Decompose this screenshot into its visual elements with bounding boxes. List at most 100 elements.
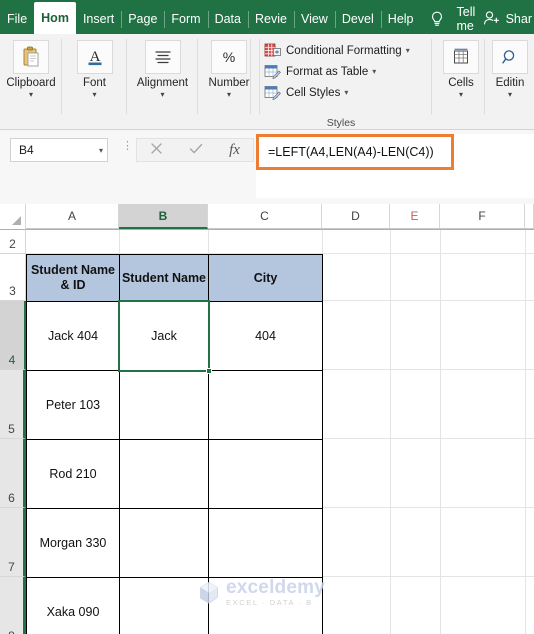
row-header-3-label: 3 — [9, 284, 16, 298]
chevron-down-icon[interactable]: ▾ — [99, 146, 103, 155]
ribbon-group-font[interactable]: A Font ▾ — [62, 34, 127, 130]
tab-insert[interactable]: Insert — [76, 4, 121, 34]
table-header-cell-c3[interactable]: City — [208, 254, 323, 302]
font-a-icon[interactable]: A — [76, 40, 113, 74]
ribbon-tab-bar: File Hom Insert Page Form Data Revie Vie… — [0, 0, 534, 34]
tab-home-label: Hom — [41, 11, 69, 25]
formula-bar-grip[interactable]: ⋮ — [122, 141, 133, 152]
lightbulb-icon — [429, 10, 445, 28]
name-box[interactable]: B4 ▾ — [10, 138, 108, 162]
table-row[interactable]: Morgan 330 — [26, 508, 120, 578]
formula-input[interactable]: =LEFT(A4,LEN(A4)-LEN(C4)) — [256, 134, 454, 170]
cells-label: Cells — [448, 77, 474, 89]
column-header-b[interactable]: B — [119, 204, 208, 229]
number-caret-icon[interactable]: ▾ — [227, 90, 231, 100]
table-row[interactable] — [119, 370, 209, 440]
table-row[interactable] — [208, 439, 323, 509]
clipboard-icon[interactable] — [13, 40, 49, 74]
fill-handle[interactable] — [206, 368, 212, 374]
table-row[interactable] — [208, 508, 323, 578]
formula-bar-buttons: fx — [136, 138, 254, 162]
clipboard-caret-icon[interactable]: ▾ — [29, 90, 33, 100]
table-row[interactable]: Jack — [119, 301, 209, 371]
tell-me-box[interactable]: Tell me — [425, 4, 483, 34]
magnifier-icon[interactable] — [492, 40, 528, 74]
column-header-d[interactable]: D — [322, 204, 390, 229]
row-header-8[interactable]: 8 — [0, 577, 26, 634]
confirm-check-icon[interactable] — [189, 142, 203, 158]
number-label: Number — [208, 77, 250, 89]
row-header-7[interactable]: 7 — [0, 508, 26, 577]
row-header-2[interactable]: 2 — [0, 230, 26, 254]
column-header-f[interactable]: F — [440, 204, 525, 229]
format-as-table-button[interactable]: Format as Table ▾ — [250, 61, 432, 82]
ribbon-group-editing[interactable]: Editin ▾ — [486, 34, 534, 130]
table-row[interactable] — [208, 370, 323, 440]
ribbon-group-alignment[interactable]: Alignment ▾ — [127, 34, 198, 130]
tab-developer[interactable]: Devel — [334, 4, 381, 34]
format-as-table-caret-icon[interactable]: ▾ — [372, 67, 376, 76]
ribbon-group-clipboard[interactable]: Clipboard ▾ — [0, 34, 62, 130]
cell-styles-caret-icon[interactable]: ▾ — [344, 88, 348, 97]
tab-home[interactable]: Hom — [34, 2, 76, 34]
column-header-e[interactable]: E — [390, 204, 440, 229]
tab-view[interactable]: View — [293, 4, 335, 34]
cell-a5-value: Peter 103 — [45, 398, 101, 412]
tab-file-label: File — [7, 12, 28, 26]
tab-formulas[interactable]: Form — [164, 4, 207, 34]
row-header-4-label: 4 — [8, 353, 16, 367]
tab-insert-label: Insert — [82, 12, 115, 26]
table-row[interactable]: Jack 404 — [26, 301, 120, 371]
tab-help-label: Help — [387, 12, 414, 26]
tab-data[interactable]: Data — [207, 4, 248, 34]
row-header-4[interactable]: 4 — [0, 301, 26, 370]
alignment-label: Alignment — [136, 77, 189, 89]
column-header-g[interactable] — [525, 204, 534, 229]
conditional-formatting-caret-icon[interactable]: ▾ — [406, 46, 410, 55]
insert-function-icon[interactable]: fx — [229, 142, 240, 159]
table-row[interactable]: 404 — [208, 301, 323, 371]
tab-review[interactable]: Revie — [247, 4, 294, 34]
cell-b4-value: Jack — [151, 329, 177, 343]
row-header-8-label: 8 — [8, 629, 15, 634]
row-header-2-label: 2 — [9, 237, 16, 251]
conditional-formatting-label: Conditional Formatting — [286, 44, 402, 57]
column-header-a-label: A — [67, 209, 76, 223]
row-header-6[interactable]: 6 — [0, 439, 26, 508]
ribbon-group-cells[interactable]: Cells ▾ — [437, 34, 485, 130]
table-row[interactable] — [119, 439, 209, 509]
share-button[interactable]: Shar — [483, 4, 534, 34]
table-row[interactable] — [119, 508, 209, 578]
alignment-lines-icon[interactable] — [144, 40, 181, 74]
cancel-x-icon[interactable] — [150, 142, 163, 158]
tab-help[interactable]: Help — [380, 4, 421, 34]
row-header-5[interactable]: 5 — [0, 370, 26, 439]
conditional-formatting-button[interactable]: Conditional Formatting ▾ — [250, 40, 432, 61]
table-row[interactable] — [119, 577, 209, 634]
table-row[interactable]: Peter 103 — [26, 370, 120, 440]
percent-icon[interactable]: % — [211, 40, 247, 74]
font-caret-icon[interactable]: ▾ — [92, 90, 96, 100]
tell-me-label: Tell me — [456, 5, 476, 33]
table-row[interactable]: Xaka 090 — [26, 577, 120, 634]
column-header-c[interactable]: C — [208, 204, 322, 229]
cell-styles-button[interactable]: Cell Styles ▾ — [250, 82, 432, 103]
table-header-cell-a3[interactable]: Student Name & ID — [26, 254, 120, 302]
row-header-3[interactable]: 3 — [0, 254, 26, 301]
cells-caret-icon[interactable]: ▾ — [459, 90, 463, 100]
table-header-cell-b3[interactable]: Student Name — [119, 254, 209, 302]
alignment-caret-icon[interactable]: ▾ — [160, 90, 164, 100]
column-header-b-label: B — [158, 208, 168, 223]
tab-developer-label: Devel — [341, 12, 374, 26]
editing-caret-icon[interactable]: ▾ — [508, 90, 512, 100]
select-all-corner[interactable] — [0, 204, 26, 230]
table-row[interactable]: Rod 210 — [26, 439, 120, 509]
cell-c4-value: 404 — [255, 329, 276, 343]
column-header-f-label: F — [478, 209, 486, 223]
table-row[interactable] — [208, 577, 323, 634]
column-header-a[interactable]: A — [26, 204, 119, 229]
tab-page-layout[interactable]: Page — [121, 4, 164, 34]
tab-data-label: Data — [214, 12, 241, 26]
cells-table-icon[interactable] — [443, 40, 479, 74]
tab-file[interactable]: File — [0, 4, 34, 34]
